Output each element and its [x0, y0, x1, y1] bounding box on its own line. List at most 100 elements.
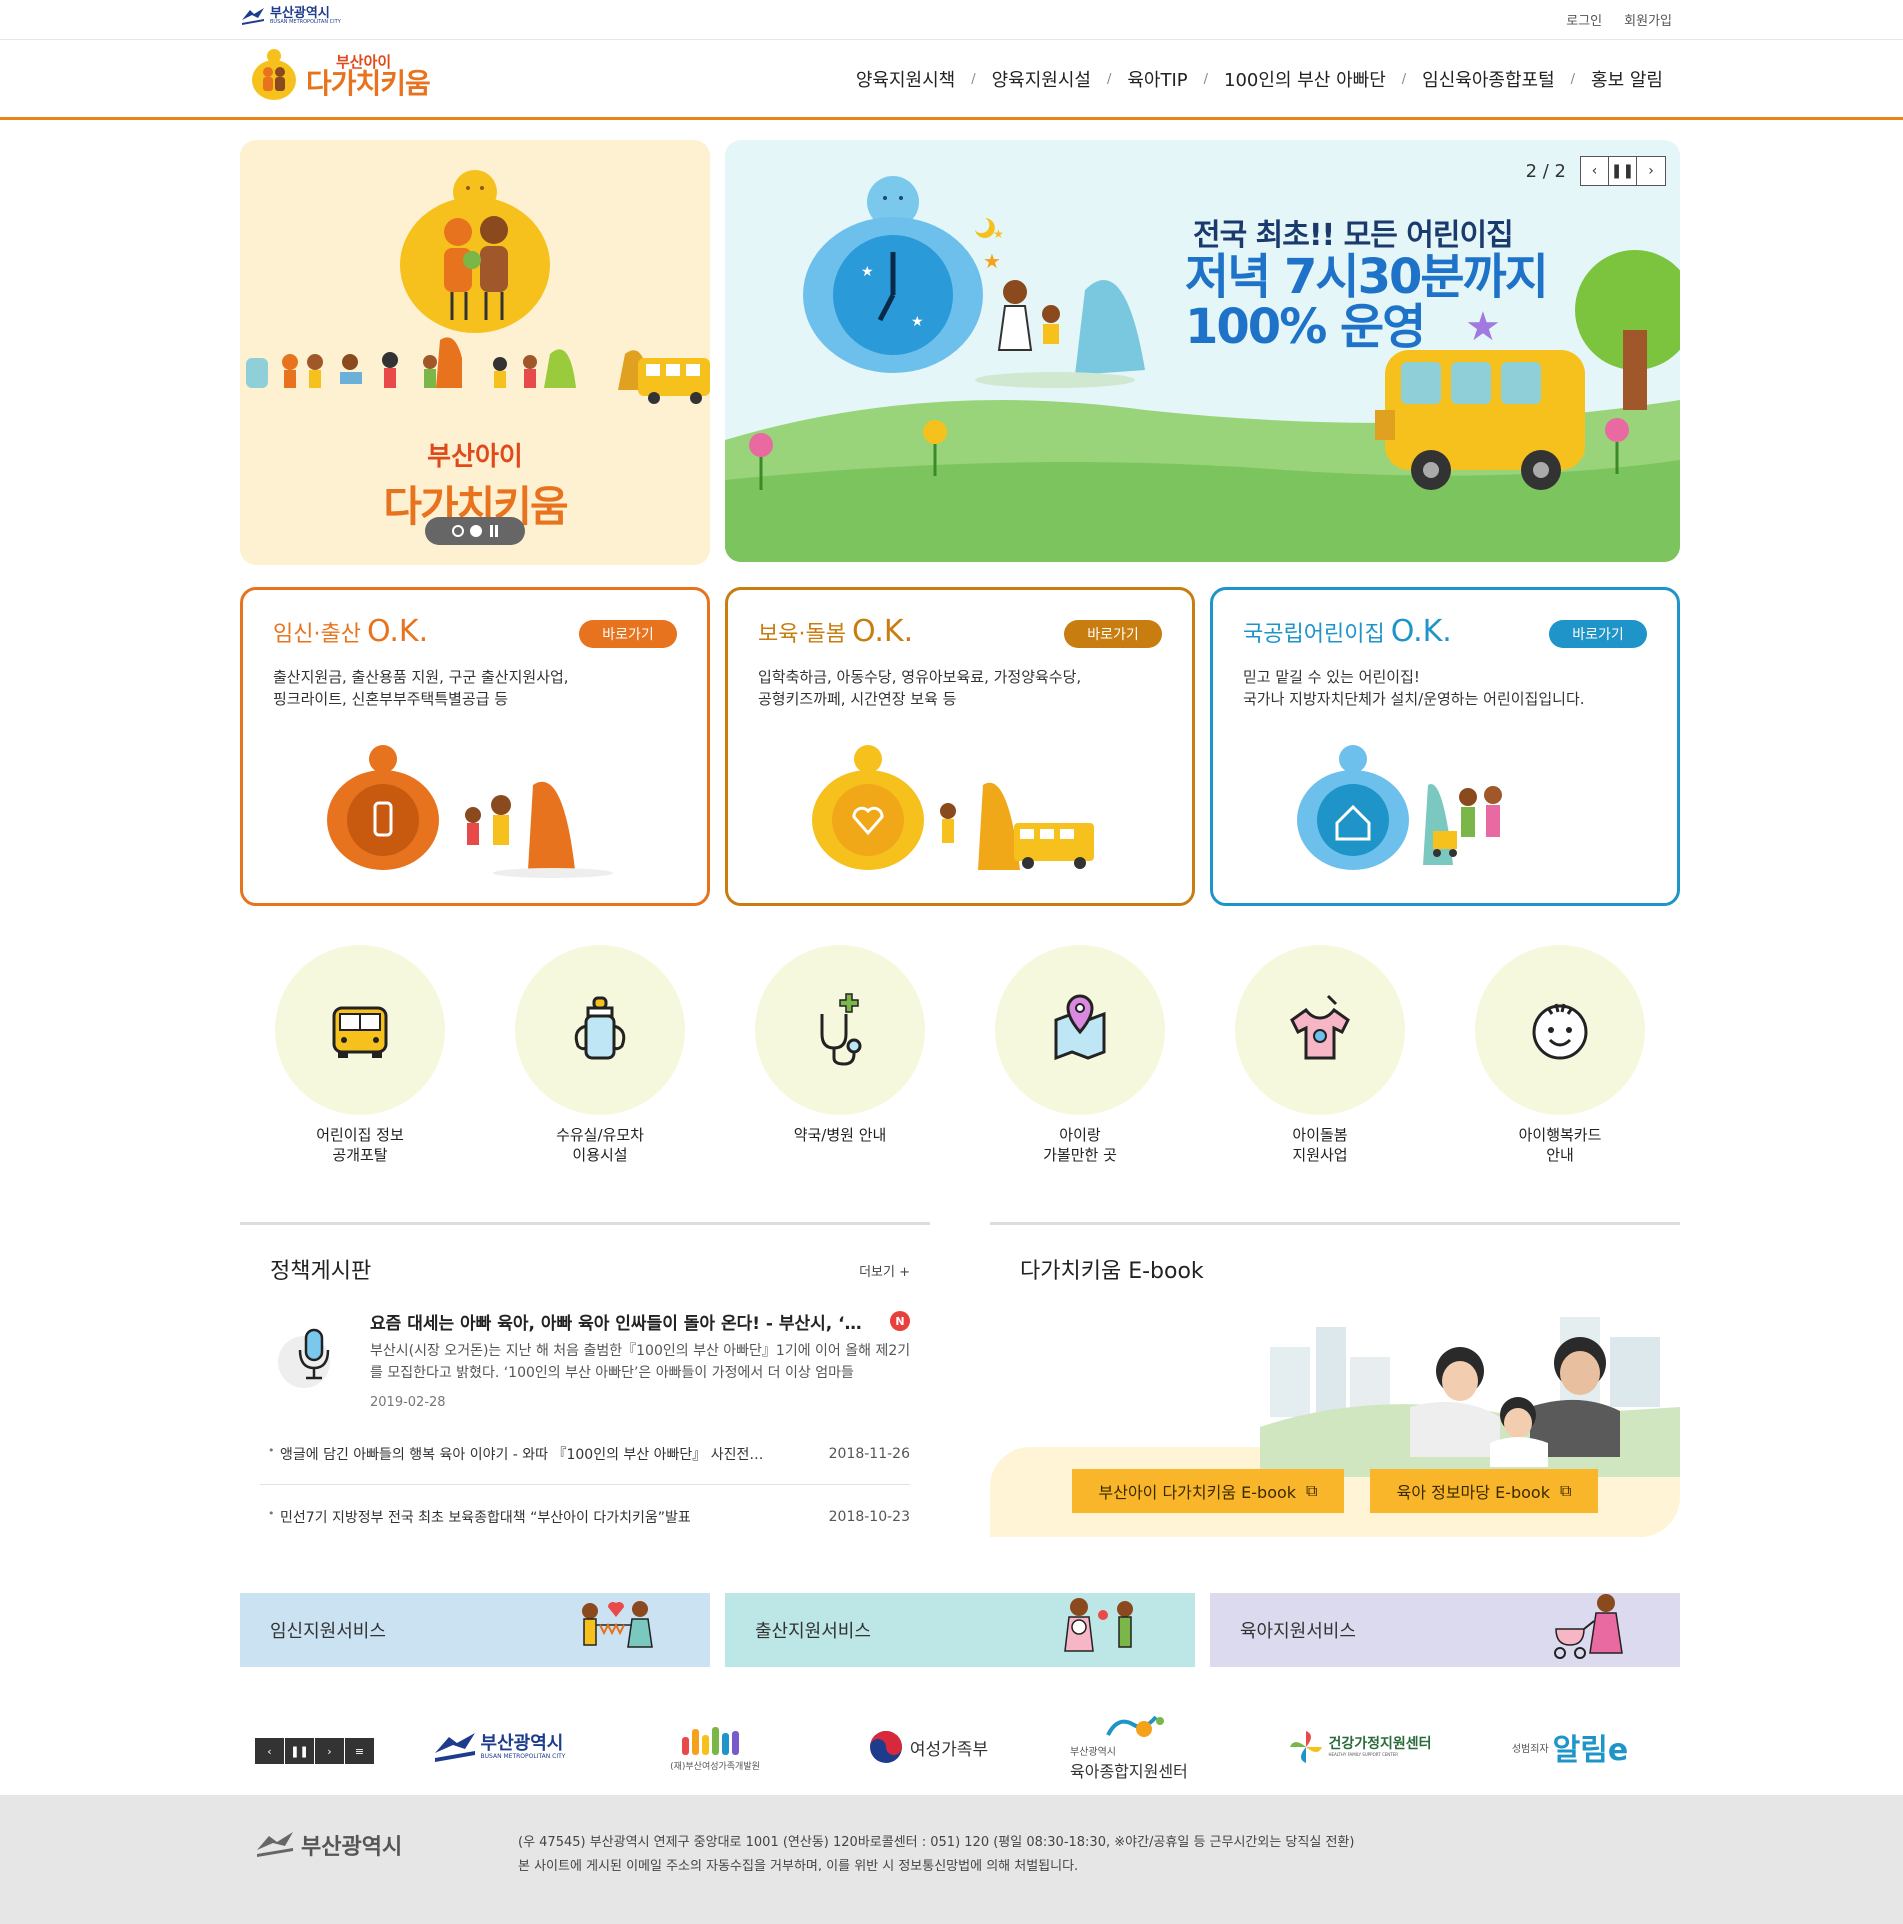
pager-dot-active[interactable]	[470, 525, 482, 537]
ebook-section: 다가치키움 E-book 부산아이 다가치키움 E-book ⧉ 육아 정보마당…	[990, 1222, 1680, 1537]
new-badge: N	[890, 1311, 910, 1331]
busan-emblem-icon	[242, 8, 264, 25]
quick-link-places-to-go[interactable]: 아이랑 가볼만한 곳	[995, 945, 1165, 1165]
ok-card-pregnancy[interactable]: 임신·출산 O.K. 바로가기 출산지원금, 출산용품 지원, 구군 출산지원사업…	[240, 587, 710, 906]
microphone-icon	[278, 1328, 330, 1388]
quick-icon-circle	[1475, 945, 1645, 1115]
partner-name: 부산광역시	[1070, 1746, 1116, 1758]
signup-link[interactable]: 회원가입	[1624, 10, 1672, 29]
map-pin-icon	[1054, 994, 1106, 1061]
birth-service-banner[interactable]: 출산지원서비스	[725, 1593, 1195, 1667]
partner-next-button[interactable]: ›	[315, 1738, 344, 1764]
partner-name: 알림e	[1552, 1733, 1629, 1768]
partner-busan-city[interactable]: 부산광역시 BUSAN METROPOLITAN CITY	[424, 1712, 574, 1782]
site-footer: 부산광역시 (우 47545) 부산광역시 연제구 중앙대로 1001 (연산동…	[0, 1795, 1903, 1924]
partner-childcare-center[interactable]: 부산광역시 육아종합지원센터	[1070, 1712, 1210, 1782]
pregnancy-service-banner[interactable]: 임신지원서비스	[240, 1593, 710, 1667]
nav-busan-dads[interactable]: 100인의 부산 아빠단	[1224, 66, 1386, 92]
ok-card-title: 보육·돌봄 O.K.	[758, 614, 914, 649]
nav-separator: /	[1203, 71, 1209, 87]
footer-address-line: (우 47545) 부산광역시 연제구 중앙대로 1001 (연산동) 120바…	[518, 1835, 1355, 1850]
stethoscope-icon	[820, 993, 862, 1066]
quick-link-pharmacy-hospital[interactable]: 약국/병원 안내	[755, 945, 925, 1145]
ok-card-description: 출산지원금, 출산용품 지원, 구군 출산지원사업, 핑크라이트, 신혼부부주택특…	[273, 668, 569, 708]
board-more-link[interactable]: 더보기 +	[859, 1261, 910, 1280]
pager-dot[interactable]	[452, 525, 464, 537]
partner-women-family-institute[interactable]: (재)부산여성가족개발원	[650, 1712, 780, 1782]
ok-card-title: 임신·출산 O.K.	[273, 614, 429, 649]
hero-brand-banner[interactable]: 부산아이 다가치키움	[240, 140, 710, 565]
colored-bars-logo-icon	[682, 1726, 739, 1755]
list-item[interactable]: 민선7기 지방정부 전국 최초 보육종합대책 “부산아이 다가치키움”발표 20…	[260, 1486, 910, 1548]
featured-post-excerpt: 부산시(시장 오거돈)는 지난 해 처음 출범한『100인의 부산 아빠단』1기…	[370, 1343, 911, 1381]
childcare-service-banner[interactable]: 육아지원서비스	[1210, 1593, 1680, 1667]
hero-headline-line2: 저녁 7시30분까지	[1185, 248, 1549, 305]
nav-separator: /	[1106, 71, 1112, 87]
family-photo-illustration	[1260, 1317, 1680, 1477]
baby-bottle-mascot-illustration	[327, 745, 613, 878]
partner-name: 여성가족부	[909, 1739, 989, 1760]
policy-board: 정책게시판 더보기 + 요즘 대세는 아빠 육아, 아빠 육아 인싸들이 돌아 …	[240, 1222, 930, 1532]
ebook-title: 다가치키움 E-book	[1020, 1259, 1204, 1284]
site-logo[interactable]: 부산아이 다가치키움	[250, 48, 431, 104]
partner-prev-button[interactable]: ‹	[255, 1738, 284, 1764]
nav-parenting-facilities[interactable]: 양육지원시설	[992, 66, 1091, 92]
quick-icon-circle	[515, 945, 685, 1115]
list-item-date: 2018-11-26	[828, 1445, 910, 1462]
quick-link-label: 어린이집 정보 공개포탈	[316, 1126, 404, 1164]
partner-list-button[interactable]: ≡	[345, 1738, 374, 1764]
ebook-busan-button[interactable]: 부산아이 다가치키움 E-book ⧉	[1072, 1469, 1344, 1513]
external-link-icon: ⧉	[1559, 1481, 1572, 1500]
list-item-date: 2018-10-23	[828, 1509, 910, 1525]
partner-sex-offender-alert[interactable]: 성범죄자 알림e	[1505, 1712, 1635, 1782]
busan-city-logo[interactable]: 부산광역시 BUSAN METROPOLITAN CITY	[240, 6, 341, 26]
pause-slide-button[interactable]: ❚❚	[1609, 157, 1637, 185]
nav-parenting-policy[interactable]: 양육지원시책	[856, 66, 955, 92]
list-item[interactable]: 앵글에 담긴 아빠들의 행복 육아 이야기 - 와따 『100인의 부산 아빠단…	[260, 1423, 910, 1485]
svg-text:★: ★	[993, 227, 1004, 241]
quick-link-child-care-support[interactable]: 아이돌봄 지원사업	[1235, 945, 1405, 1165]
partner-sub: 육아종합지원센터	[1070, 1761, 1188, 1781]
ebook-parenting-label: 육아 정보마당 E-book	[1396, 1483, 1550, 1502]
quick-link-label: 수유실/유모차 이용시설	[556, 1126, 644, 1164]
shortcut-button[interactable]: 바로가기	[1549, 620, 1647, 648]
shortcut-button[interactable]: 바로가기	[579, 620, 677, 648]
ok-card-public-daycare[interactable]: 국공립어린이집 O.K. 바로가기 믿고 맡길 수 있는 어린이집! 국가나 지방자…	[1210, 587, 1680, 906]
login-link[interactable]: 로그인	[1566, 10, 1602, 29]
quick-link-label: 아이돌봄 지원사업	[1292, 1126, 1348, 1164]
quick-icon-circle	[995, 945, 1165, 1115]
ok-card-description: 입학축하금, 아동수당, 영유아보육료, 가정양육수당, 공형키즈까페, 시간연장…	[758, 668, 1082, 708]
partner-pause-button[interactable]: ❚❚	[285, 1738, 314, 1764]
utility-bar: 부산광역시 BUSAN METROPOLITAN CITY 로그인 회원가입	[0, 0, 1903, 40]
nav-separator: /	[1401, 71, 1407, 87]
hero-headline-line3: 100% 운영	[1185, 298, 1426, 355]
ebook-parenting-button[interactable]: 육아 정보마당 E-book ⧉	[1370, 1469, 1598, 1513]
quick-icon-circle	[1235, 945, 1405, 1115]
mother-stroller-icon	[1554, 1594, 1623, 1659]
pause-icon[interactable]	[488, 525, 498, 537]
svg-text:★: ★	[861, 264, 874, 280]
quick-link-nursing-room[interactable]: 수유실/유모차 이용시설	[515, 945, 685, 1165]
ok-card-childcare[interactable]: 보육·돌봄 O.K. 바로가기 입학축하금, 아동수당, 영유아보육료, 가정양육…	[725, 587, 1195, 906]
nav-promotion[interactable]: 홍보 알림	[1591, 66, 1663, 92]
nav-pregnancy-portal[interactable]: 임신육아종합포털	[1422, 66, 1554, 92]
featured-post-title[interactable]: 요즘 대세는 아빠 육아, 아빠 육아 인싸들이 돌아 온다! - 부산시, ‘…	[370, 1309, 890, 1334]
partner-ministry-gender-equality[interactable]: 여성가족부	[858, 1712, 998, 1782]
footer-logo-text: 부산광역시	[301, 1835, 403, 1860]
partner-carousel-controls: ‹ ❚❚ › ≡	[255, 1738, 375, 1764]
parents-baby-icon	[1064, 1598, 1133, 1652]
nav-parenting-tips[interactable]: 육아TIP	[1127, 66, 1187, 92]
hero-main-slide[interactable]: ★ ★ ★ ★ ★ 2 / 2 ‹ ❚❚ › 전국 최초!! 모든 어린이집 저녁	[725, 140, 1680, 562]
quick-link-label: 약국/병원 안내	[793, 1126, 887, 1144]
next-slide-button[interactable]: ›	[1637, 157, 1665, 185]
quick-link-daycare-portal[interactable]: 어린이집 정보 공개포탈	[275, 945, 445, 1165]
baby-clothes-icon	[1290, 994, 1350, 1060]
partner-healthy-family-center[interactable]: 건강가정지원센터 HEALTHY FAMILY SUPPORT CENTER	[1284, 1712, 1434, 1782]
couple-heart-icon	[582, 1601, 653, 1648]
quick-link-happiness-card[interactable]: 아이행복카드 안내	[1475, 945, 1645, 1165]
hero-headline: 전국 최초!! 모든 어린이집 저녁 7시30분까지 100% 운영	[1185, 218, 1549, 355]
hero-headline-line1: 전국 최초!! 모든 어린이집	[1193, 218, 1514, 253]
house-mascot-illustration	[1297, 745, 1502, 870]
prev-slide-button[interactable]: ‹	[1581, 157, 1609, 185]
shortcut-button[interactable]: 바로가기	[1064, 620, 1162, 648]
